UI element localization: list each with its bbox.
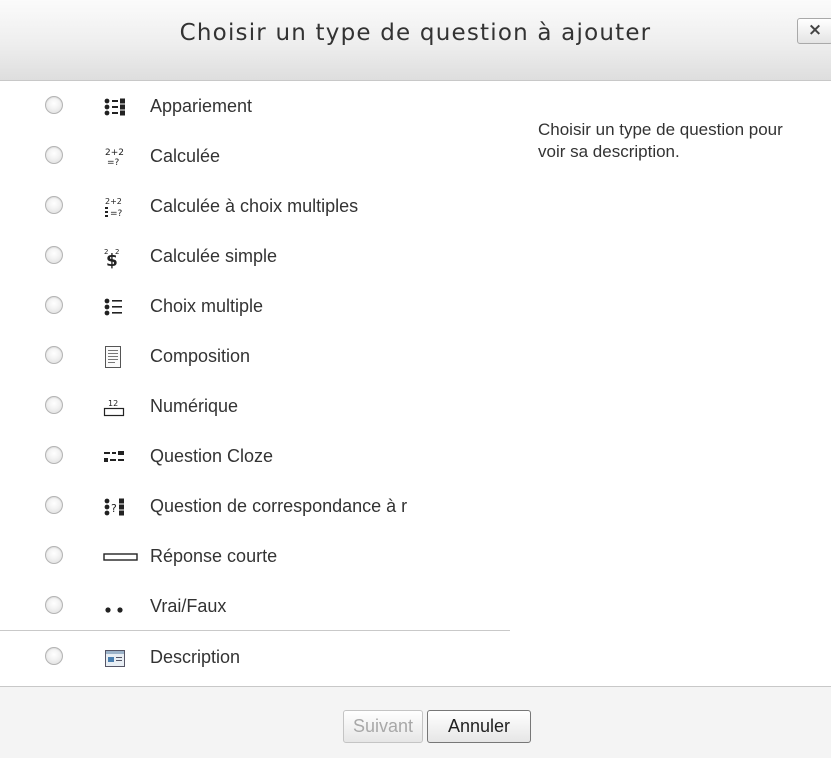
true-false-icon <box>103 595 143 619</box>
option-appariement[interactable]: Appariement <box>0 82 510 132</box>
option-label: Choix multiple <box>150 296 264 316</box>
essay-icon <box>103 345 143 369</box>
option-label: Calculée <box>150 146 221 166</box>
short-answer-icon <box>103 545 143 569</box>
svg-text:2+2: 2+2 <box>105 197 122 206</box>
option-calculee-simple[interactable]: 2 2 $ Calculée simple <box>0 232 510 282</box>
radio-button[interactable] <box>45 596 63 614</box>
option-numerique[interactable]: 12 Numérique <box>0 382 510 432</box>
option-vrai-faux[interactable]: Vrai/Faux <box>0 582 510 632</box>
cancel-button[interactable]: Annuler <box>427 710 531 743</box>
options-separator <box>0 630 510 631</box>
next-button[interactable]: Suivant <box>343 710 423 743</box>
dialog-title: Choisir un type de question à ajouter <box>179 20 652 46</box>
option-description[interactable]: Description <box>0 633 510 683</box>
numerical-icon: 12 <box>103 395 143 419</box>
option-question-cloze[interactable]: Question Cloze <box>0 432 510 482</box>
calculated-multichoice-icon: 2+2 =? <box>103 195 143 219</box>
radio-button[interactable] <box>45 246 63 264</box>
option-label: Appariement <box>150 96 253 116</box>
option-label: Numérique <box>150 396 239 416</box>
radio-button[interactable] <box>45 496 63 514</box>
dialog-header: Choisir un type de question à ajouter × <box>0 0 831 81</box>
svg-text:?: ? <box>111 502 117 515</box>
radio-button[interactable] <box>45 196 63 214</box>
radio-button[interactable] <box>45 146 63 164</box>
cloze-icon <box>103 445 143 469</box>
option-label: Vrai/Faux <box>150 596 227 616</box>
description-text: Choisir un type de question pour voir sa… <box>538 120 783 161</box>
svg-text:12: 12 <box>108 399 118 408</box>
option-label: Description <box>150 647 241 667</box>
matching-icon <box>103 95 143 119</box>
multichoice-icon <box>103 295 143 319</box>
radio-button[interactable] <box>45 647 63 665</box>
option-label: Réponse courte <box>150 546 278 566</box>
radio-button[interactable] <box>45 96 63 114</box>
option-label: Calculée à choix multiples <box>150 196 359 216</box>
option-composition[interactable]: Composition <box>0 332 510 382</box>
option-label: Question de correspondance à r <box>150 496 408 516</box>
svg-text:=?: =? <box>107 158 120 168</box>
option-choix-multiple[interactable]: Choix multiple <box>0 282 510 332</box>
radio-button[interactable] <box>45 446 63 464</box>
question-type-list: Appariement 2+2 =? Calculée 2+2 =? Calcu… <box>0 82 510 687</box>
calculated-simple-icon: 2 2 $ <box>103 245 143 269</box>
radio-button[interactable] <box>45 296 63 314</box>
svg-text:$: $ <box>106 251 118 269</box>
close-button[interactable]: × <box>797 18 831 44</box>
svg-text:=?: =? <box>110 209 123 219</box>
option-label: Calculée simple <box>150 246 278 266</box>
description-icon <box>103 646 143 670</box>
question-type-dialog: Choisir un type de question à ajouter × … <box>0 0 831 758</box>
option-calculee[interactable]: 2+2 =? Calculée <box>0 132 510 182</box>
svg-text:2+2: 2+2 <box>105 148 124 158</box>
radio-button[interactable] <box>45 396 63 414</box>
option-label: Composition <box>150 346 251 366</box>
radio-button[interactable] <box>45 546 63 564</box>
option-reponse-courte[interactable]: Réponse courte <box>0 532 510 582</box>
option-calculee-choix-multiples[interactable]: 2+2 =? Calculée à choix multiples <box>0 182 510 232</box>
description-panel: Choisir un type de question pour voir sa… <box>510 82 831 687</box>
option-label: Question Cloze <box>150 446 274 466</box>
calculated-icon: 2+2 =? <box>103 145 143 169</box>
random-short-answer-matching-icon: ? <box>103 495 143 519</box>
option-question-correspondance[interactable]: ? Question de correspondance à r <box>0 482 510 532</box>
dialog-footer: Suivant Annuler <box>0 686 831 758</box>
radio-button[interactable] <box>45 346 63 364</box>
